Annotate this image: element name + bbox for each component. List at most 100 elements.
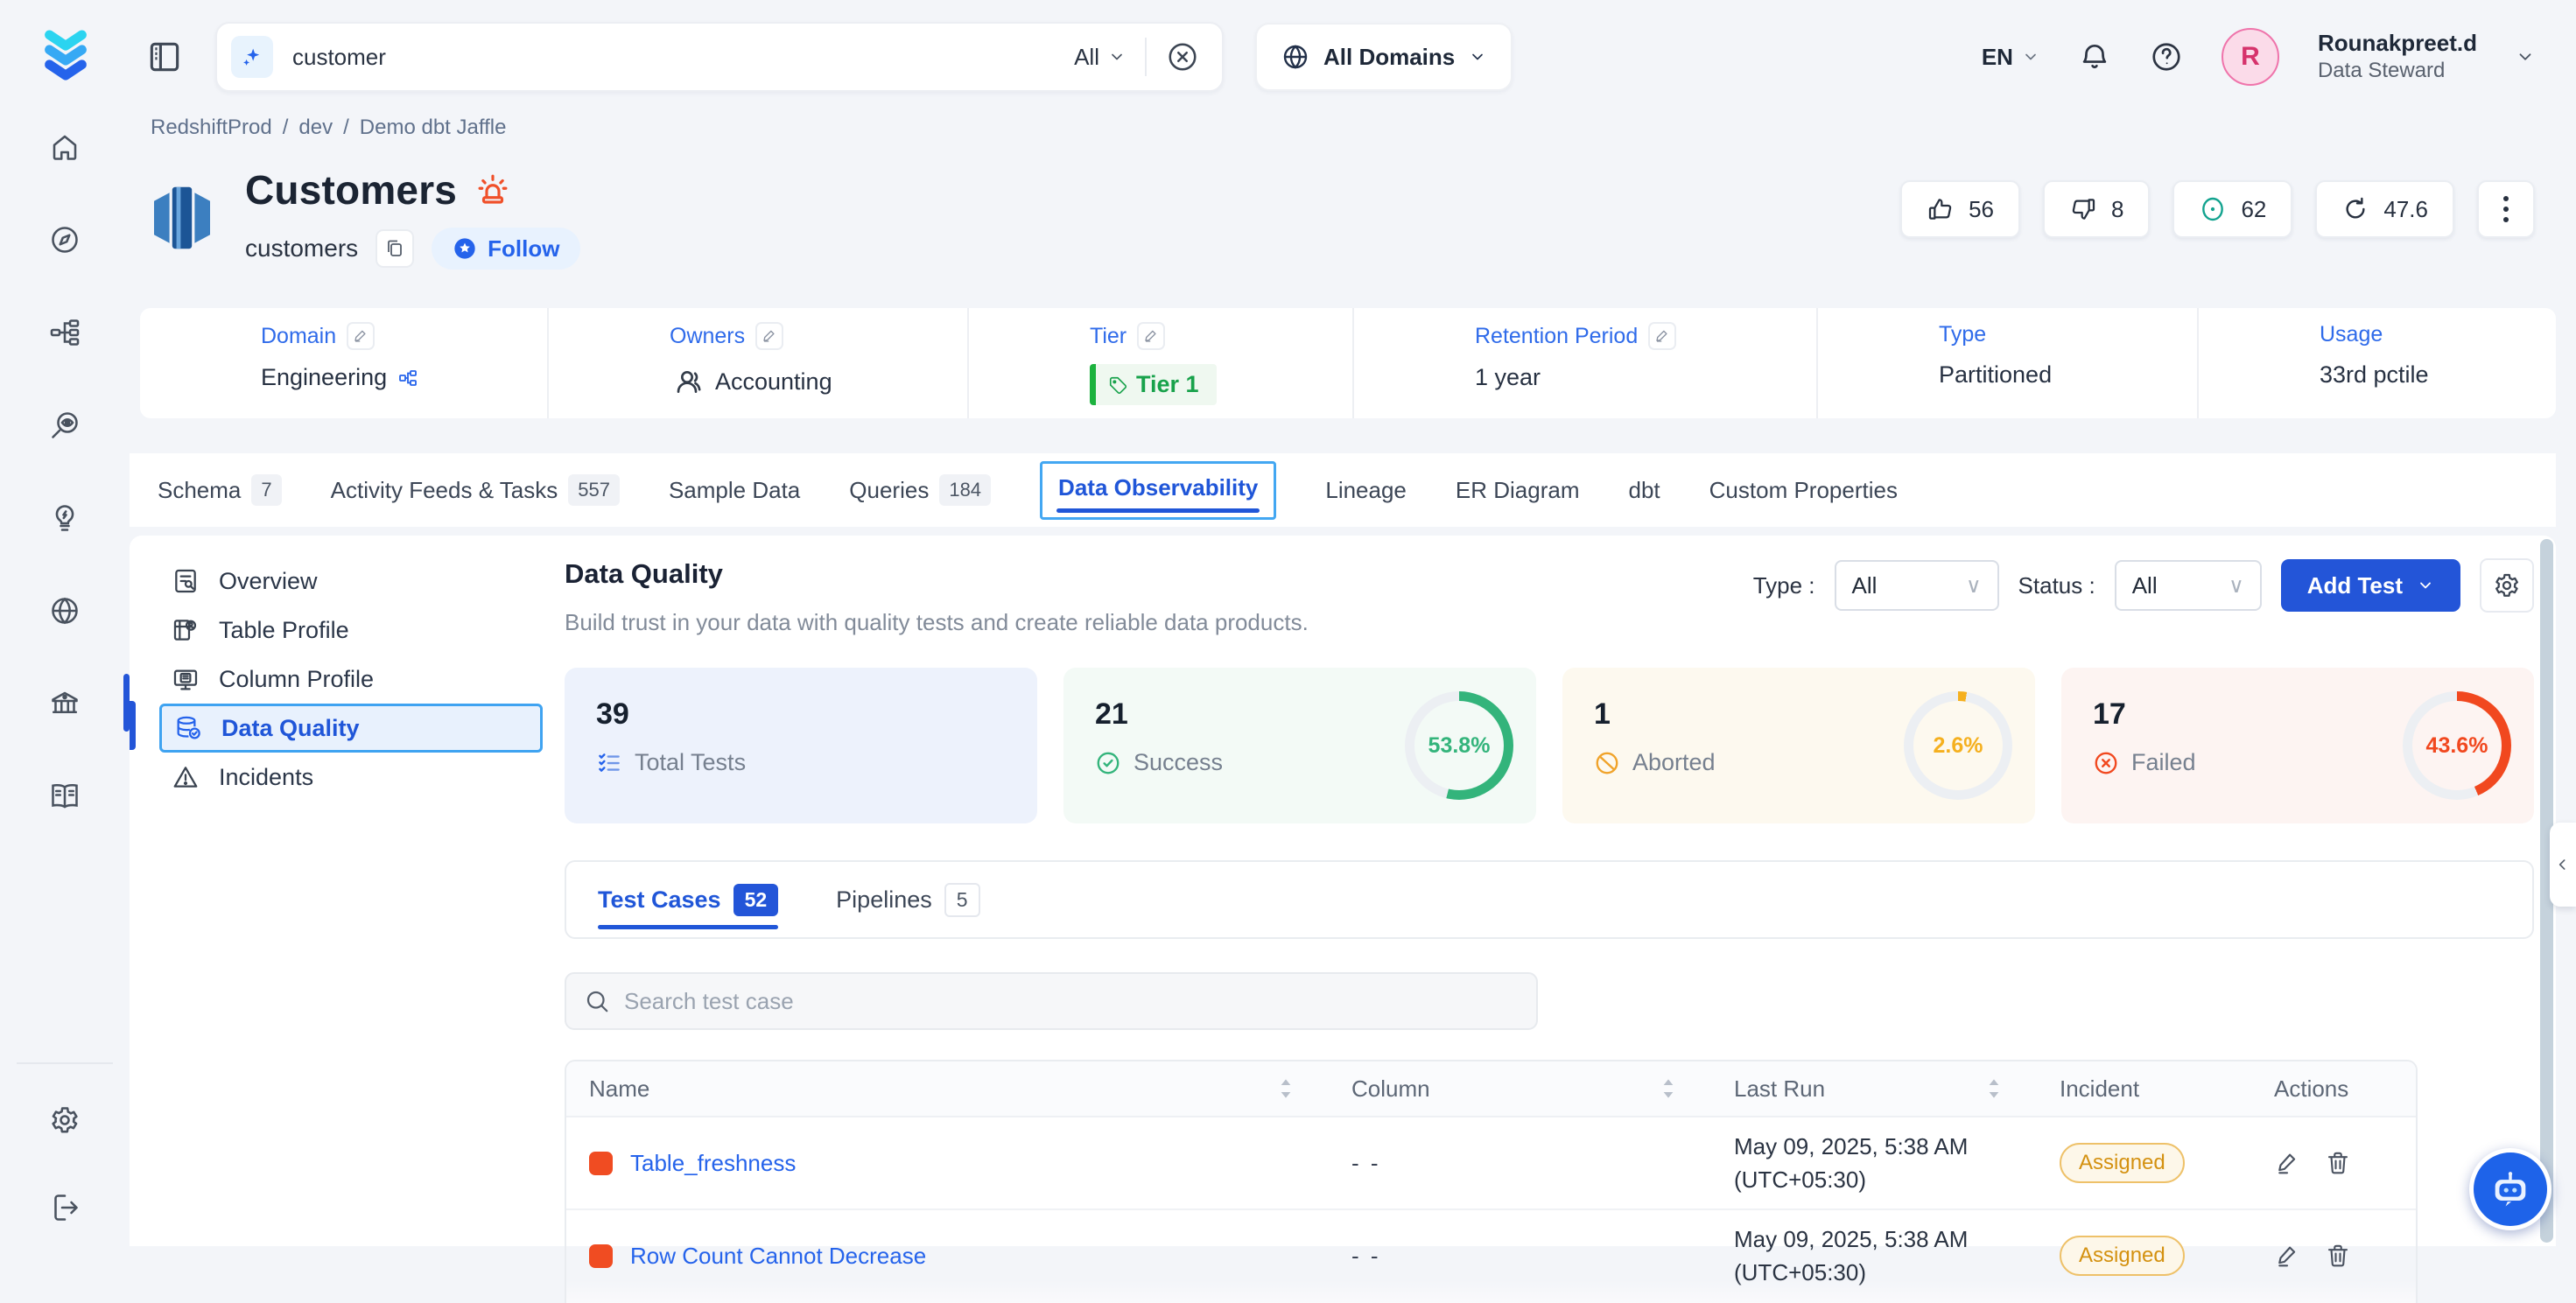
copy-icon[interactable] [376, 229, 414, 268]
nav-workflows[interactable] [0, 317, 130, 348]
delete-trash-icon[interactable] [2325, 1150, 2351, 1176]
notifications-bell-icon[interactable] [2078, 40, 2111, 74]
nav-home[interactable] [0, 131, 130, 163]
column-header-last-run[interactable]: Last Run [1711, 1075, 2037, 1103]
tab-er-diagram[interactable]: ER Diagram [1456, 477, 1580, 504]
meta-domain-label[interactable]: Domain [261, 324, 336, 349]
right-panel-handle[interactable] [2550, 823, 2576, 907]
nav-domains[interactable] [0, 595, 130, 627]
panel-toggle-icon[interactable] [145, 38, 184, 76]
add-test-button[interactable]: Add Test [2281, 559, 2460, 612]
table-row: Table_freshness - - May 09, 2025, 5:38 A… [566, 1117, 2416, 1210]
x-circle-icon[interactable] [1166, 40, 1199, 74]
subnav-table-profile[interactable]: Table Profile [159, 606, 543, 655]
tab-data-observability[interactable]: Data Observability [1040, 461, 1276, 520]
nav-settings[interactable] [0, 1104, 130, 1136]
chevron-down-icon[interactable] [2516, 47, 2535, 67]
test-case-link[interactable]: Table_freshness [630, 1150, 796, 1177]
globe-icon [49, 595, 81, 627]
search-icon [584, 988, 610, 1014]
chatbot-button[interactable] [2469, 1148, 2551, 1230]
data-quality-section: Data Quality Build trust in your data wi… [565, 558, 2534, 1303]
meta-owners-value[interactable]: Accounting [715, 368, 832, 396]
subnav-data-quality[interactable]: Data Quality [159, 704, 543, 753]
tab-activity-feeds[interactable]: Activity Feeds & Tasks557 [331, 474, 620, 506]
siren-icon[interactable] [474, 172, 511, 208]
domains-filter[interactable]: All Domains [1255, 23, 1513, 91]
meta-type-label[interactable]: Type [1939, 322, 1986, 347]
test-cases-count-badge: 52 [733, 884, 779, 916]
table-row: Row Count Cannot Decrease - - May 09, 20… [566, 1210, 2416, 1303]
test-case-search-input[interactable] [565, 972, 1538, 1030]
tab-pipelines[interactable]: Pipelines 5 [836, 862, 979, 937]
user-avatar[interactable]: R [2222, 28, 2279, 86]
breadcrumb-database[interactable]: dev [298, 116, 333, 140]
help-icon[interactable] [2150, 40, 2183, 74]
more-actions-button[interactable] [2477, 180, 2535, 238]
column-header-column[interactable]: Column [1329, 1075, 1711, 1103]
health-score-button[interactable]: 62 [2172, 180, 2292, 238]
edit-pencil-icon[interactable] [1648, 322, 1676, 350]
sort-icon [1986, 1078, 2002, 1099]
refresh-metric-value: 47.6 [2383, 196, 2428, 223]
tab-sample-data[interactable]: Sample Data [669, 477, 800, 504]
tab-lineage[interactable]: Lineage [1325, 477, 1407, 504]
aborted-card: 1 Aborted 2.6% [1562, 668, 2035, 823]
breadcrumb-separator: / [283, 116, 289, 140]
search-input[interactable] [292, 44, 1055, 71]
incident-badge[interactable]: Assigned [2060, 1236, 2185, 1276]
downvotes-button[interactable]: 8 [2043, 180, 2150, 238]
language-selector[interactable]: EN [1982, 44, 2039, 71]
type-filter-select[interactable]: All∨ [1835, 560, 1999, 611]
refresh-metric-button[interactable]: 47.6 [2315, 180, 2454, 238]
nav-explore[interactable] [0, 224, 130, 256]
meta-owners-label[interactable]: Owners [670, 324, 745, 349]
nav-discover[interactable] [0, 410, 130, 441]
tab-custom-properties[interactable]: Custom Properties [1709, 477, 1898, 504]
nav-logout[interactable] [0, 1192, 130, 1223]
tab-label: Schema [158, 477, 241, 504]
breadcrumb-schema[interactable]: Demo dbt Jaffle [360, 116, 507, 140]
subnav-label: Table Profile [219, 617, 349, 644]
tab-queries[interactable]: Queries184 [849, 474, 991, 506]
edit-pencil-icon[interactable] [755, 322, 783, 350]
dq-settings-gear-icon[interactable] [2480, 558, 2534, 613]
sparkle-icon[interactable] [231, 36, 273, 78]
edit-pencil-icon[interactable] [1137, 322, 1165, 350]
search-scope-dropdown[interactable]: All [1074, 44, 1126, 71]
edit-pencil-icon[interactable] [2274, 1243, 2300, 1269]
discover-eye-icon [49, 410, 81, 441]
app-logo[interactable] [33, 23, 98, 88]
meta-retention-label[interactable]: Retention Period [1475, 324, 1638, 349]
subnav-column-profile[interactable]: Column Profile [159, 655, 543, 704]
tab-dbt[interactable]: dbt [1629, 477, 1660, 504]
follow-button[interactable]: Follow [432, 228, 580, 270]
meta-domain-value[interactable]: Engineering [261, 364, 387, 391]
refresh-icon [2341, 195, 2369, 223]
health-score-value: 62 [2241, 196, 2266, 223]
meta-usage-label[interactable]: Usage [2320, 322, 2383, 347]
nav-governance[interactable] [0, 688, 130, 719]
upvotes-button[interactable]: 56 [1900, 180, 2020, 238]
breadcrumb-connection[interactable]: RedshiftProd [151, 116, 272, 140]
nav-insights[interactable] [0, 502, 130, 534]
tab-schema[interactable]: Schema7 [158, 474, 282, 506]
tab-test-cases[interactable]: Test Cases 52 [598, 862, 778, 937]
meta-tier-label[interactable]: Tier [1090, 324, 1127, 349]
tier-badge[interactable]: Tier 1 [1090, 364, 1217, 405]
tab-label: dbt [1629, 477, 1660, 504]
user-menu[interactable]: Rounakpreet.d Data Steward [2318, 29, 2477, 85]
edit-pencil-icon[interactable] [347, 322, 375, 350]
edit-pencil-icon[interactable] [2274, 1150, 2300, 1176]
global-search[interactable]: All [215, 22, 1224, 92]
check-circle-icon [1095, 750, 1121, 776]
status-filter-select[interactable]: All∨ [2115, 560, 2262, 611]
test-case-link[interactable]: Row Count Cannot Decrease [630, 1243, 926, 1270]
subnav-overview[interactable]: Overview [159, 557, 543, 606]
incident-badge[interactable]: Assigned [2060, 1143, 2185, 1183]
nav-reference[interactable] [0, 781, 130, 812]
column-header-name[interactable]: Name [566, 1075, 1329, 1103]
section-description: Build trust in your data with quality te… [565, 609, 1309, 636]
subnav-incidents[interactable]: Incidents [159, 753, 543, 802]
delete-trash-icon[interactable] [2325, 1243, 2351, 1269]
